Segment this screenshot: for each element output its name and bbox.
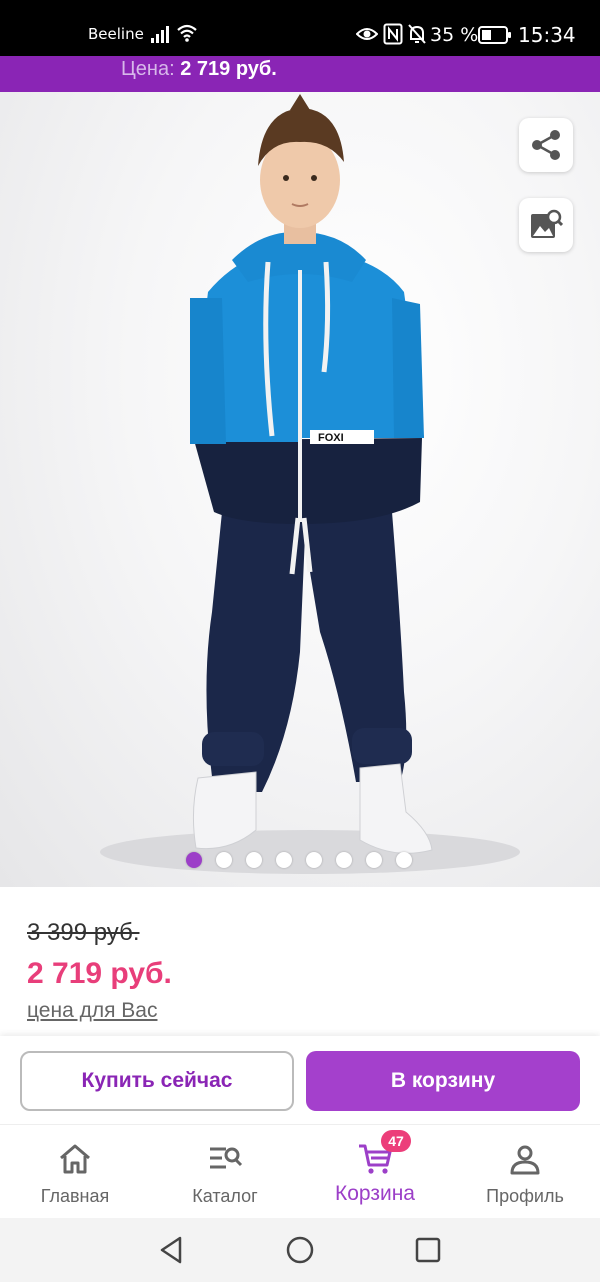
bottom-navigation: Главная Каталог 47 Корзина Профиль bbox=[0, 1124, 600, 1218]
nav-item-home[interactable]: Главная bbox=[0, 1125, 150, 1219]
header-price-label: Цена: bbox=[121, 58, 175, 80]
header-price-value: 2 719 руб. bbox=[180, 58, 277, 80]
nav-label-profile: Профиль bbox=[486, 1186, 564, 1206]
catalog-search-icon bbox=[210, 1147, 243, 1169]
gallery-dot[interactable] bbox=[276, 852, 292, 868]
product-photo: FOXI bbox=[100, 94, 520, 874]
signal-icon bbox=[151, 26, 169, 43]
share-button[interactable] bbox=[519, 118, 573, 172]
nav-item-catalog[interactable]: Каталог bbox=[150, 1125, 300, 1219]
buy-now-button[interactable]: Купить сейчас bbox=[20, 1051, 294, 1111]
nav-label-home: Главная bbox=[40, 1186, 110, 1206]
gallery-pagination bbox=[186, 852, 412, 868]
gallery-dot[interactable] bbox=[396, 852, 412, 868]
gallery-dot[interactable] bbox=[336, 852, 352, 868]
battery-icon bbox=[478, 26, 511, 44]
clock: 15:34 bbox=[518, 23, 576, 47]
profile-icon bbox=[510, 1145, 540, 1175]
image-search-button[interactable] bbox=[519, 198, 573, 252]
nfc-icon bbox=[383, 23, 403, 45]
status-bar: Beeline 35 % 15:34 bbox=[0, 0, 600, 56]
home-icon bbox=[60, 1144, 90, 1174]
battery-percent: 35 % bbox=[430, 24, 479, 46]
nav-item-cart[interactable]: 47 Корзина bbox=[300, 1125, 450, 1219]
gallery-dot[interactable] bbox=[306, 852, 322, 868]
nav-item-profile[interactable]: Профиль bbox=[450, 1125, 600, 1219]
gallery-dot[interactable] bbox=[246, 852, 262, 868]
purchase-action-bar: Купить сейчас В корзину bbox=[0, 1036, 600, 1124]
cart-count-badge: 47 bbox=[381, 1130, 411, 1152]
header-price: Цена: 2 719 руб. bbox=[121, 56, 277, 82]
system-navigation-bar bbox=[0, 1218, 600, 1282]
carrier-name: Beeline bbox=[88, 25, 144, 43]
image-search-icon bbox=[531, 209, 563, 238]
back-icon[interactable] bbox=[156, 1234, 188, 1266]
eye-icon bbox=[356, 28, 378, 40]
sticky-price-header: Цена: 2 719 руб. bbox=[0, 56, 600, 92]
wifi-icon bbox=[177, 24, 197, 42]
gallery-dot[interactable] bbox=[216, 852, 232, 868]
old-price: 3 399 руб. bbox=[27, 919, 140, 946]
gallery-dot[interactable] bbox=[366, 852, 382, 868]
gallery-dot-active[interactable] bbox=[186, 852, 202, 868]
product-gallery[interactable]: FOXI bbox=[0, 92, 600, 887]
brand-tag: FOXI bbox=[318, 432, 344, 444]
recents-icon[interactable] bbox=[412, 1234, 444, 1266]
price-for-you-link[interactable]: цена для Вас bbox=[27, 997, 157, 1025]
home-circle-icon[interactable] bbox=[284, 1234, 316, 1266]
current-price: 2 719 руб. bbox=[27, 957, 172, 990]
bell-muted-icon bbox=[408, 24, 426, 44]
nav-label-cart: Корзина bbox=[335, 1182, 415, 1205]
add-to-cart-button[interactable]: В корзину bbox=[306, 1051, 580, 1111]
share-icon bbox=[532, 130, 560, 160]
nav-label-catalog: Каталог bbox=[192, 1186, 258, 1206]
